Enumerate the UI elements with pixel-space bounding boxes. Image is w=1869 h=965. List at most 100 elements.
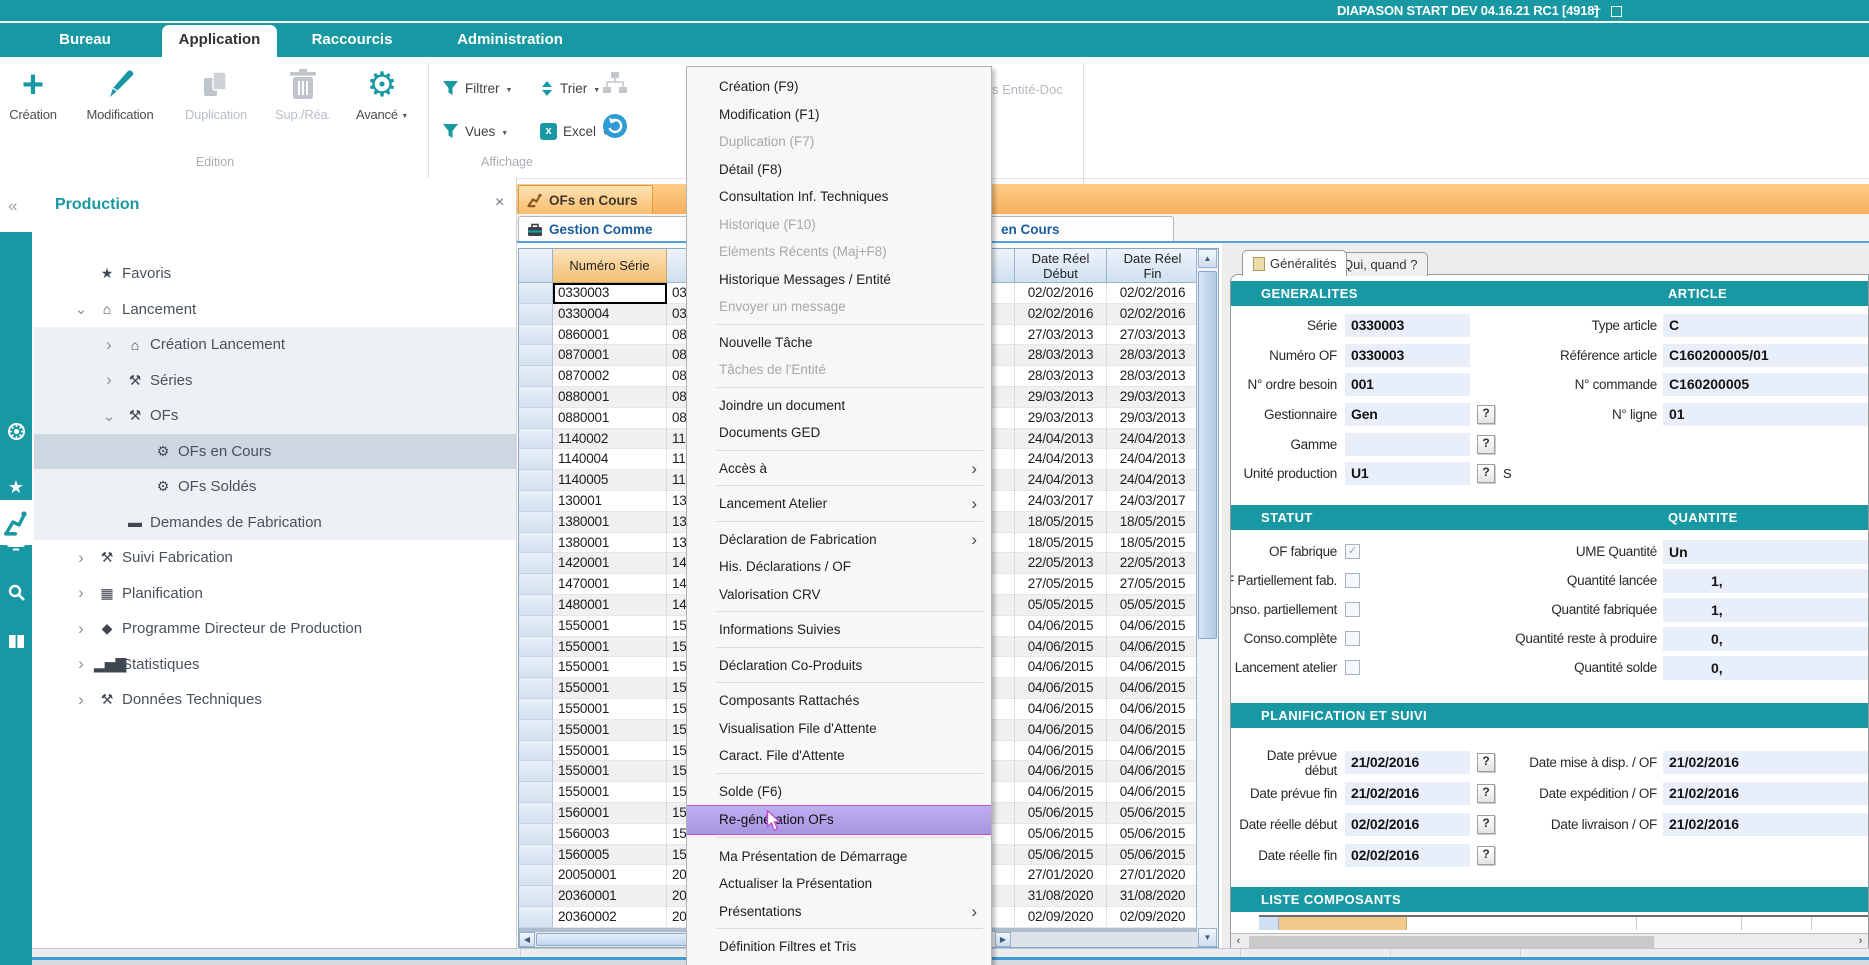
menu-item[interactable]: Création (F9)	[687, 73, 991, 101]
cell-numero-of-clipped[interactable]: 1550001	[667, 657, 687, 678]
vues-button[interactable]: Vues	[442, 118, 508, 144]
cell-numero-of-clipped[interactable]: 0880001	[667, 387, 687, 408]
row-selector[interactable]	[519, 865, 553, 886]
chevron-icon[interactable]	[68, 548, 94, 568]
cell-numero-serie[interactable]: 0860001	[553, 325, 667, 346]
menu-item[interactable]: Joindre un document	[687, 392, 991, 420]
menu-item[interactable]: Nouvelle Tâche	[687, 329, 991, 357]
cell-date-fin[interactable]: 04/06/2015	[1107, 678, 1199, 699]
cell-numero-serie[interactable]: 1550001	[553, 657, 667, 678]
cell-numero-of-clipped[interactable]: 1550001	[667, 782, 687, 803]
cell-date-debut[interactable]: 05/06/2015	[1015, 824, 1107, 845]
checkbox[interactable]	[1345, 631, 1360, 646]
field-value[interactable]: C	[1663, 314, 1868, 337]
cell-date-debut[interactable]: 24/03/2017	[1015, 491, 1107, 512]
row-selector[interactable]	[519, 533, 553, 554]
cell-date-fin[interactable]: 04/06/2015	[1107, 616, 1199, 637]
cell-numero-of-clipped[interactable]: 1560005	[667, 845, 687, 866]
chevron-icon[interactable]	[68, 619, 94, 639]
cell-numero-serie[interactable]: 20360001	[553, 886, 667, 907]
cell-numero-of-clipped[interactable]: 1550001	[667, 616, 687, 637]
cell-date-fin[interactable]: 04/06/2015	[1107, 699, 1199, 720]
help-button[interactable]	[1477, 846, 1495, 865]
cell-date-debut[interactable]: 04/06/2015	[1015, 761, 1107, 782]
cell-numero-serie[interactable]: 1550001	[553, 616, 667, 637]
cell-date-fin[interactable]: 04/06/2015	[1107, 782, 1199, 803]
cell-numero-serie[interactable]: 1140005	[553, 470, 667, 491]
chevron-icon[interactable]	[96, 335, 122, 355]
cell-numero-serie[interactable]: 1550001	[553, 699, 667, 720]
field-value[interactable]: 1,	[1663, 569, 1868, 593]
cell-numero-serie[interactable]: 0880001	[553, 387, 667, 408]
cell-date-debut[interactable]: 02/02/2016	[1015, 304, 1107, 325]
row-selector[interactable]	[519, 782, 553, 803]
cell-date-fin[interactable]: 02/02/2016	[1107, 304, 1199, 325]
tree-item[interactable]: ⚒ Séries	[34, 363, 516, 399]
field-value[interactable]: 21/02/2016	[1663, 782, 1868, 805]
field-value[interactable]: C160200005/01	[1663, 344, 1868, 367]
cell-date-debut[interactable]: 29/03/2013	[1015, 408, 1107, 429]
cell-numero-of-clipped[interactable]: 1140005	[667, 470, 687, 491]
cell-numero-of-clipped[interactable]: 20050001	[667, 865, 687, 886]
cell-numero-serie[interactable]: 0330004	[553, 304, 667, 325]
tab-administration[interactable]: Administration	[450, 23, 570, 57]
cell-numero-serie[interactable]: 1560005	[553, 845, 667, 866]
help-button[interactable]	[1477, 464, 1495, 483]
suppression-button[interactable]: Sup./Réa.	[260, 65, 346, 122]
scroll-left-icon[interactable]: ‹	[1231, 935, 1246, 949]
cell-date-fin[interactable]: 04/06/2015	[1107, 761, 1199, 782]
excel-button[interactable]: Excel	[540, 118, 609, 144]
cell-numero-of-clipped[interactable]: 1550001	[667, 699, 687, 720]
tree-item[interactable]: ⌂ Création Lancement	[34, 327, 516, 363]
tree-item[interactable]: ★ Favoris	[34, 256, 516, 292]
row-selector[interactable]	[519, 449, 553, 470]
cell-date-debut[interactable]: 05/05/2015	[1015, 595, 1107, 616]
chevron-icon[interactable]	[68, 583, 94, 603]
cell-numero-serie[interactable]: 1420001	[553, 553, 667, 574]
field-value[interactable]: 21/02/2016	[1345, 751, 1470, 774]
tab-generalites[interactable]: Généralités	[1242, 250, 1347, 276]
menu-item[interactable]: Visualisation File d'Attente	[687, 715, 991, 743]
cell-date-debut[interactable]: 04/06/2015	[1015, 616, 1107, 637]
cell-numero-serie[interactable]: 1380001	[553, 533, 667, 554]
field-value[interactable]: Un	[1663, 540, 1868, 564]
menu-item[interactable]: Duplication (F7)	[687, 128, 991, 156]
row-selector[interactable]	[519, 408, 553, 429]
cell-numero-of-clipped[interactable]: 1560001	[667, 803, 687, 824]
cell-numero-serie[interactable]: 0330003	[553, 283, 667, 304]
checkbox[interactable]	[1345, 573, 1360, 588]
cell-date-debut[interactable]: 31/08/2020	[1015, 886, 1107, 907]
menu-item[interactable]: Documents GED	[687, 419, 991, 447]
header-selector[interactable]	[519, 249, 553, 283]
menu-item[interactable]: Modification (F1)	[687, 101, 991, 129]
cell-numero-serie[interactable]: 0880001	[553, 408, 667, 429]
row-selector[interactable]	[519, 720, 553, 741]
menu-item[interactable]: Informations Suivies	[687, 616, 991, 644]
vertical-scrollbar[interactable]: ▲ ▼	[1196, 249, 1218, 947]
row-selector[interactable]	[519, 553, 553, 574]
cell-date-debut[interactable]: 04/06/2015	[1015, 720, 1107, 741]
menu-item[interactable]: Tâches de l'Entité	[687, 356, 991, 384]
cell-numero-of-clipped[interactable]: 0870002	[667, 366, 687, 387]
row-selector[interactable]	[519, 345, 553, 366]
cell-date-debut[interactable]: 29/03/2013	[1015, 387, 1107, 408]
cell-date-fin[interactable]: 05/06/2015	[1107, 803, 1199, 824]
cell-date-fin[interactable]: 24/03/2017	[1107, 491, 1199, 512]
cell-date-fin[interactable]: 02/02/2016	[1107, 283, 1199, 304]
cell-date-debut[interactable]: 04/06/2015	[1015, 678, 1107, 699]
chevron-icon[interactable]	[96, 370, 122, 390]
row-selector[interactable]	[519, 595, 553, 616]
cell-numero-of-clipped[interactable]: 1470001	[667, 574, 687, 595]
cell-numero-serie[interactable]: 1550001	[553, 678, 667, 699]
cell-date-debut[interactable]: 02/09/2020	[1015, 907, 1107, 928]
chevron-icon[interactable]	[68, 300, 94, 318]
menu-item[interactable]: Ma Présentation de Démarrage	[687, 843, 991, 871]
cell-date-fin[interactable]: 24/04/2013	[1107, 470, 1199, 491]
row-selector[interactable]	[519, 429, 553, 450]
row-selector[interactable]	[519, 512, 553, 533]
menu-item[interactable]: Lancement Atelier	[687, 490, 991, 518]
filtrer-button[interactable]: Filtrer	[442, 75, 512, 101]
scroll-up-icon[interactable]: ▲	[1198, 249, 1217, 268]
cell-numero-of-clipped[interactable]: 1550001	[667, 720, 687, 741]
field-value[interactable]: 1,	[1663, 598, 1868, 622]
